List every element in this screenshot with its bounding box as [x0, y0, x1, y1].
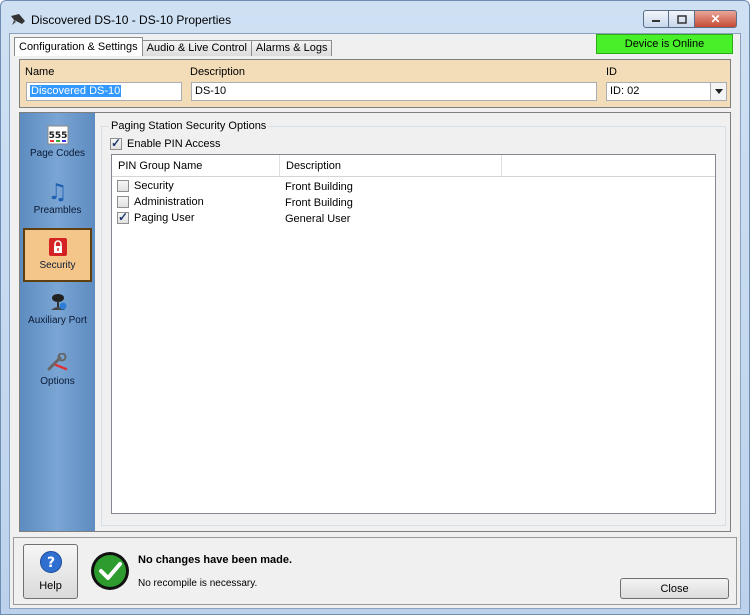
tab-alarms-logs[interactable]: Alarms & Logs — [250, 40, 333, 56]
enable-pin-row[interactable]: Enable PIN Access — [110, 136, 221, 150]
sidebar-item-label: Options — [40, 376, 75, 387]
properties-window: Discovered DS-10 - DS-10 Properties ✕ Co… — [0, 0, 750, 615]
column-header-pin-group-name[interactable]: PIN Group Name — [112, 155, 280, 176]
sidebar-item-label: Auxiliary Port — [28, 315, 87, 326]
group-title: Paging Station Security Options — [109, 120, 269, 132]
status-footer: ? Help No changes have been made. No rec… — [13, 537, 737, 605]
minimize-icon — [652, 20, 660, 22]
tab-configuration-settings[interactable]: Configuration & Settings — [14, 37, 143, 56]
sidebar-item-label: Preambles — [33, 205, 82, 216]
row-checkbox[interactable] — [117, 196, 129, 208]
help-icon: ? — [39, 551, 62, 573]
status-message-title: No changes have been made. — [138, 554, 293, 566]
svg-text:?: ? — [46, 555, 54, 571]
sidebar-item-security[interactable]: Security — [23, 228, 92, 282]
list-item[interactable]: Paging User General User — [112, 210, 715, 227]
window-controls: ✕ — [643, 10, 737, 30]
list-item[interactable]: Security Front Building — [112, 179, 715, 195]
close-window-button[interactable]: ✕ — [695, 10, 737, 28]
name-value: Discovered DS-10 — [30, 85, 122, 97]
sidebar-item-label: Page Codes — [29, 148, 86, 159]
content-area: 555 Page Codes ♫ Preambles Security Auxi… — [19, 112, 731, 532]
app-icon — [11, 14, 25, 25]
name-label: Name — [25, 66, 55, 78]
description-field[interactable]: DS-10 — [191, 82, 597, 101]
device-status-badge: Device is Online — [596, 34, 733, 54]
minimize-button[interactable] — [643, 10, 669, 28]
page-codes-icon: 555 — [47, 124, 69, 146]
enable-pin-checkbox[interactable] — [110, 136, 122, 150]
sidebar-item-label: Security — [39, 260, 76, 271]
column-header-description[interactable]: Description — [280, 155, 502, 176]
row-checkbox[interactable] — [117, 180, 129, 192]
description-label: Description — [190, 66, 246, 78]
name-field[interactable]: Discovered DS-10 — [26, 82, 182, 101]
column-header-empty — [502, 155, 715, 176]
id-label: ID — [606, 66, 617, 78]
page-codes-glyph: 555 — [48, 131, 67, 141]
row-checkbox[interactable] — [117, 210, 129, 224]
music-note-icon: ♫ — [47, 181, 69, 203]
pin-group-name: Administration — [134, 196, 204, 208]
device-header-panel: Name Discovered DS-10 Description DS-10 … — [19, 59, 731, 108]
sidebar-item-preambles[interactable]: ♫ Preambles — [23, 175, 92, 229]
chevron-down-icon[interactable] — [710, 83, 726, 100]
help-label: Help — [39, 580, 62, 592]
enable-pin-label: Enable PIN Access — [127, 138, 221, 150]
tab-bar: Configuration & Settings Audio & Live Co… — [14, 37, 333, 56]
pin-group-name: Paging User — [134, 212, 195, 224]
close-icon: ✕ — [710, 12, 721, 26]
pin-group-description: Front Building — [285, 197, 353, 209]
pin-group-name: Security — [134, 180, 174, 192]
sidebar-item-options[interactable]: Options — [23, 346, 92, 400]
list-header: PIN Group Name Description — [112, 155, 715, 177]
title-bar[interactable]: Discovered DS-10 - DS-10 Properties ✕ — [1, 1, 749, 35]
pin-group-description: Front Building — [285, 181, 353, 193]
close-button[interactable]: Close — [620, 578, 729, 599]
microphone-icon — [47, 291, 69, 313]
checkmark-icon — [91, 552, 129, 590]
tab-audio-live-control[interactable]: Audio & Live Control — [141, 40, 252, 56]
sidebar-item-page-codes[interactable]: 555 Page Codes — [23, 118, 92, 172]
id-value: ID: 02 — [610, 85, 640, 97]
maximize-icon — [676, 14, 687, 24]
sidebar-item-auxiliary-port[interactable]: Auxiliary Port — [23, 285, 92, 339]
music-note-glyph: ♫ — [47, 179, 68, 205]
client-area: Configuration & Settings Audio & Live Co… — [9, 33, 741, 609]
sidebar: 555 Page Codes ♫ Preambles Security Auxi… — [20, 113, 95, 531]
help-button[interactable]: ? Help — [23, 544, 78, 599]
wrench-icon — [47, 352, 69, 374]
list-item[interactable]: Administration Front Building — [112, 195, 715, 211]
status-message-subtitle: No recompile is necessary. — [138, 578, 258, 589]
id-select[interactable]: ID: 02 — [606, 82, 727, 101]
lock-icon — [47, 236, 69, 258]
pin-group-list[interactable]: PIN Group Name Description Security Fron… — [111, 154, 716, 514]
pin-group-description: General User — [285, 213, 351, 225]
maximize-button[interactable] — [669, 10, 695, 28]
window-title: Discovered DS-10 - DS-10 Properties — [31, 13, 232, 27]
